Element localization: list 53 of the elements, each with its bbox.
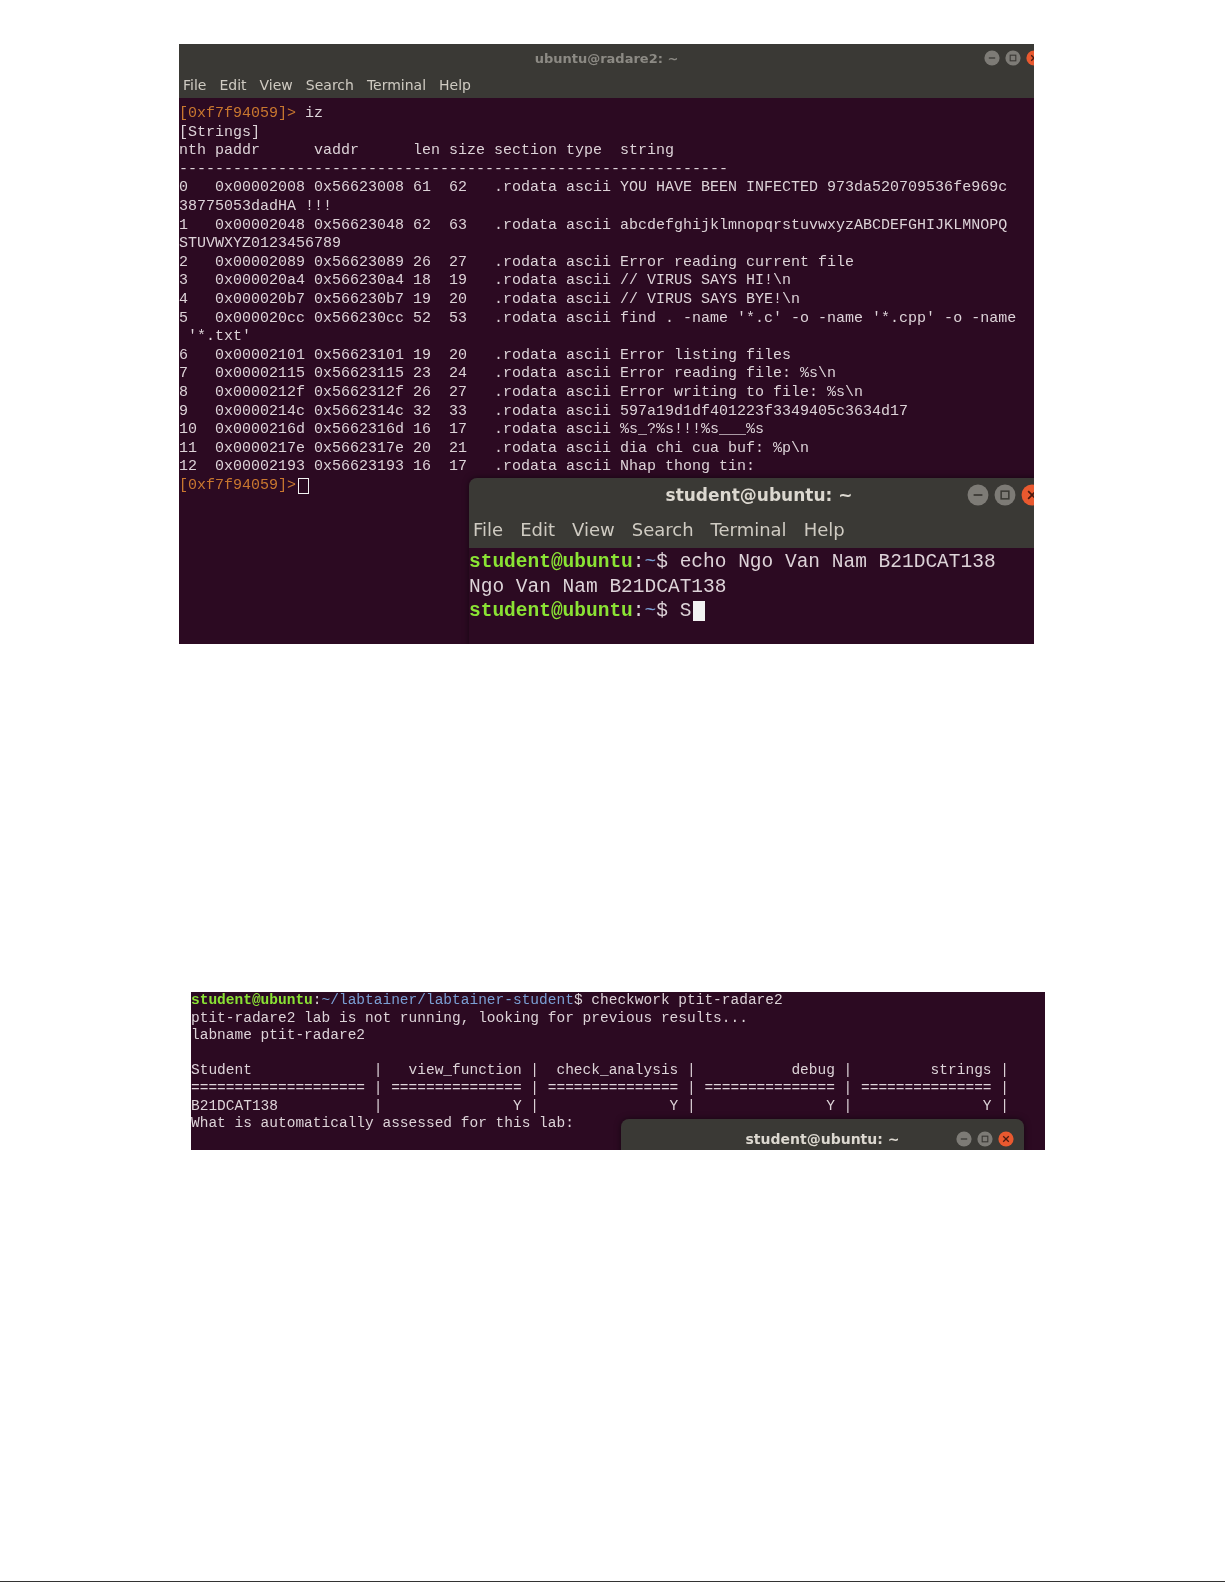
menu-item[interactable]: Help — [803, 519, 845, 540]
maximize-icon[interactable] — [994, 483, 1016, 506]
output-line: 10 0x0000216d 0x5662316d 16 17 .rodata ascii %s_?%s!!!%s___%s — [179, 421, 765, 440]
output-line: 7 0x00002115 0x56623115 23 24 .rodata ascii Error reading file: %s\n — [179, 365, 837, 384]
menu-item[interactable]: View — [572, 519, 615, 540]
output-line: 9 0x0000214c 0x5662314c 32 33 .rodata ascii 597a19d1df401223f3349405c3634d17 — [179, 402, 909, 422]
prompt-line: student@ubuntu:~$ echo Ngo Van Nam B21DCAT138 — [469, 550, 996, 575]
minimize-icon[interactable] — [956, 1131, 972, 1147]
output-line: 2 0x00002089 0x56623089 26 27 .rodata ascii Error reading current file — [179, 253, 855, 273]
output-line: ptit-radare2 lab is not running, looking for previous results... — [191, 1009, 748, 1028]
output-line: 8 0x0000212f 0x5662312f 26 27 .rodata ascii Error writing to file: %s\n — [179, 383, 864, 403]
output-line: 12 0x00002193 0x56623193 16 17 .rodata ascii Nhap thong tin: — [179, 458, 756, 477]
window-title: ubuntu@radare2: ~ — [534, 50, 679, 66]
prompt-line: [0xf7f94059]> — [179, 476, 297, 496]
output-line: 1 0x00002048 0x56623048 62 63 .rodata ascii abcdefghijklmnopqrstuvwxyzABCDEFGHIJKLMNOPQ — [179, 216, 1008, 236]
output-line: Ngo Van Nam B21DCAT138 — [469, 574, 727, 599]
output-line: 4 0x000020b7 0x566230b7 19 20 .rodata ascii // VIRUS SAYS BYE!\n — [179, 290, 801, 310]
output-line: ------------------------------------------------------------- — [179, 160, 729, 180]
output-line: What is automatically assessed for this lab: — [191, 1115, 574, 1133]
menu-item[interactable]: View — [259, 77, 293, 93]
maximize-icon[interactable] — [977, 1131, 993, 1147]
output-line: 5 0x000020cc 0x566230cc 52 53 .rodata ascii find . -name '*.c' -o -name '*.cpp' -o -name — [179, 309, 1017, 329]
menu-item[interactable]: Search — [631, 519, 694, 540]
menu-item[interactable]: File — [473, 519, 504, 540]
output-line: 6 0x00002101 0x56623101 19 20 .rodata ascii Error listing files — [179, 346, 792, 366]
menu-item[interactable]: Edit — [520, 519, 555, 540]
prompt-line: student@ubuntu:~/labtainer/labtainer-student$ checkwork ptit-radare2 — [191, 992, 783, 1010]
output-line: 38775053dadHA !!! — [179, 197, 333, 217]
minimize-icon[interactable] — [967, 483, 989, 506]
menu-item[interactable]: Terminal — [710, 519, 787, 540]
output-line: ==================== | =============== | =============== | =============== | =============== | — [191, 1079, 1009, 1098]
menu-item[interactable]: Terminal — [366, 77, 427, 93]
output-line: Student | view_function | check_analysis | debug | strings | — [191, 1062, 1009, 1080]
output-line: B21DCAT138 | Y | Y | Y | Y | — [191, 1097, 1009, 1116]
output-line: 3 0x000020a4 0x566230a4 18 19 .rodata ascii // VIRUS SAYS HI!\n — [179, 272, 792, 291]
maximize-icon[interactable] — [1005, 50, 1021, 66]
close-icon[interactable] — [998, 1131, 1014, 1147]
output-line: 11 0x0000217e 0x5662317e 20 21 .rodata ascii dia chi cua buf: %p\n — [179, 439, 810, 459]
prompt-line: [0xf7f94059]> iz — [179, 105, 324, 124]
menu-item[interactable]: File — [183, 77, 207, 93]
output-line: nth paddr vaddr len size section type string — [179, 142, 675, 161]
window-title: student@ubuntu: ~ — [745, 1131, 900, 1147]
menu-item[interactable]: Edit — [219, 77, 247, 93]
output-line: labname ptit-radare2 — [191, 1027, 366, 1045]
output-line: 0 0x00002008 0x56623008 61 62 .rodata ascii YOU HAVE BEEN INFECTED 973da520709536fe969c — [179, 179, 1008, 198]
prompt-line: student@ubuntu:~$ S — [469, 599, 692, 624]
menu-item[interactable]: Search — [305, 77, 354, 93]
output-line: [Strings] — [179, 123, 260, 143]
menu-item[interactable]: Help — [439, 77, 471, 93]
window-title: student@ubuntu: ~ — [665, 484, 853, 505]
output-line: STUVWXYZ0123456789 — [179, 235, 342, 254]
output-line: '*.txt' — [187, 328, 251, 347]
minimize-icon[interactable] — [984, 50, 1000, 66]
